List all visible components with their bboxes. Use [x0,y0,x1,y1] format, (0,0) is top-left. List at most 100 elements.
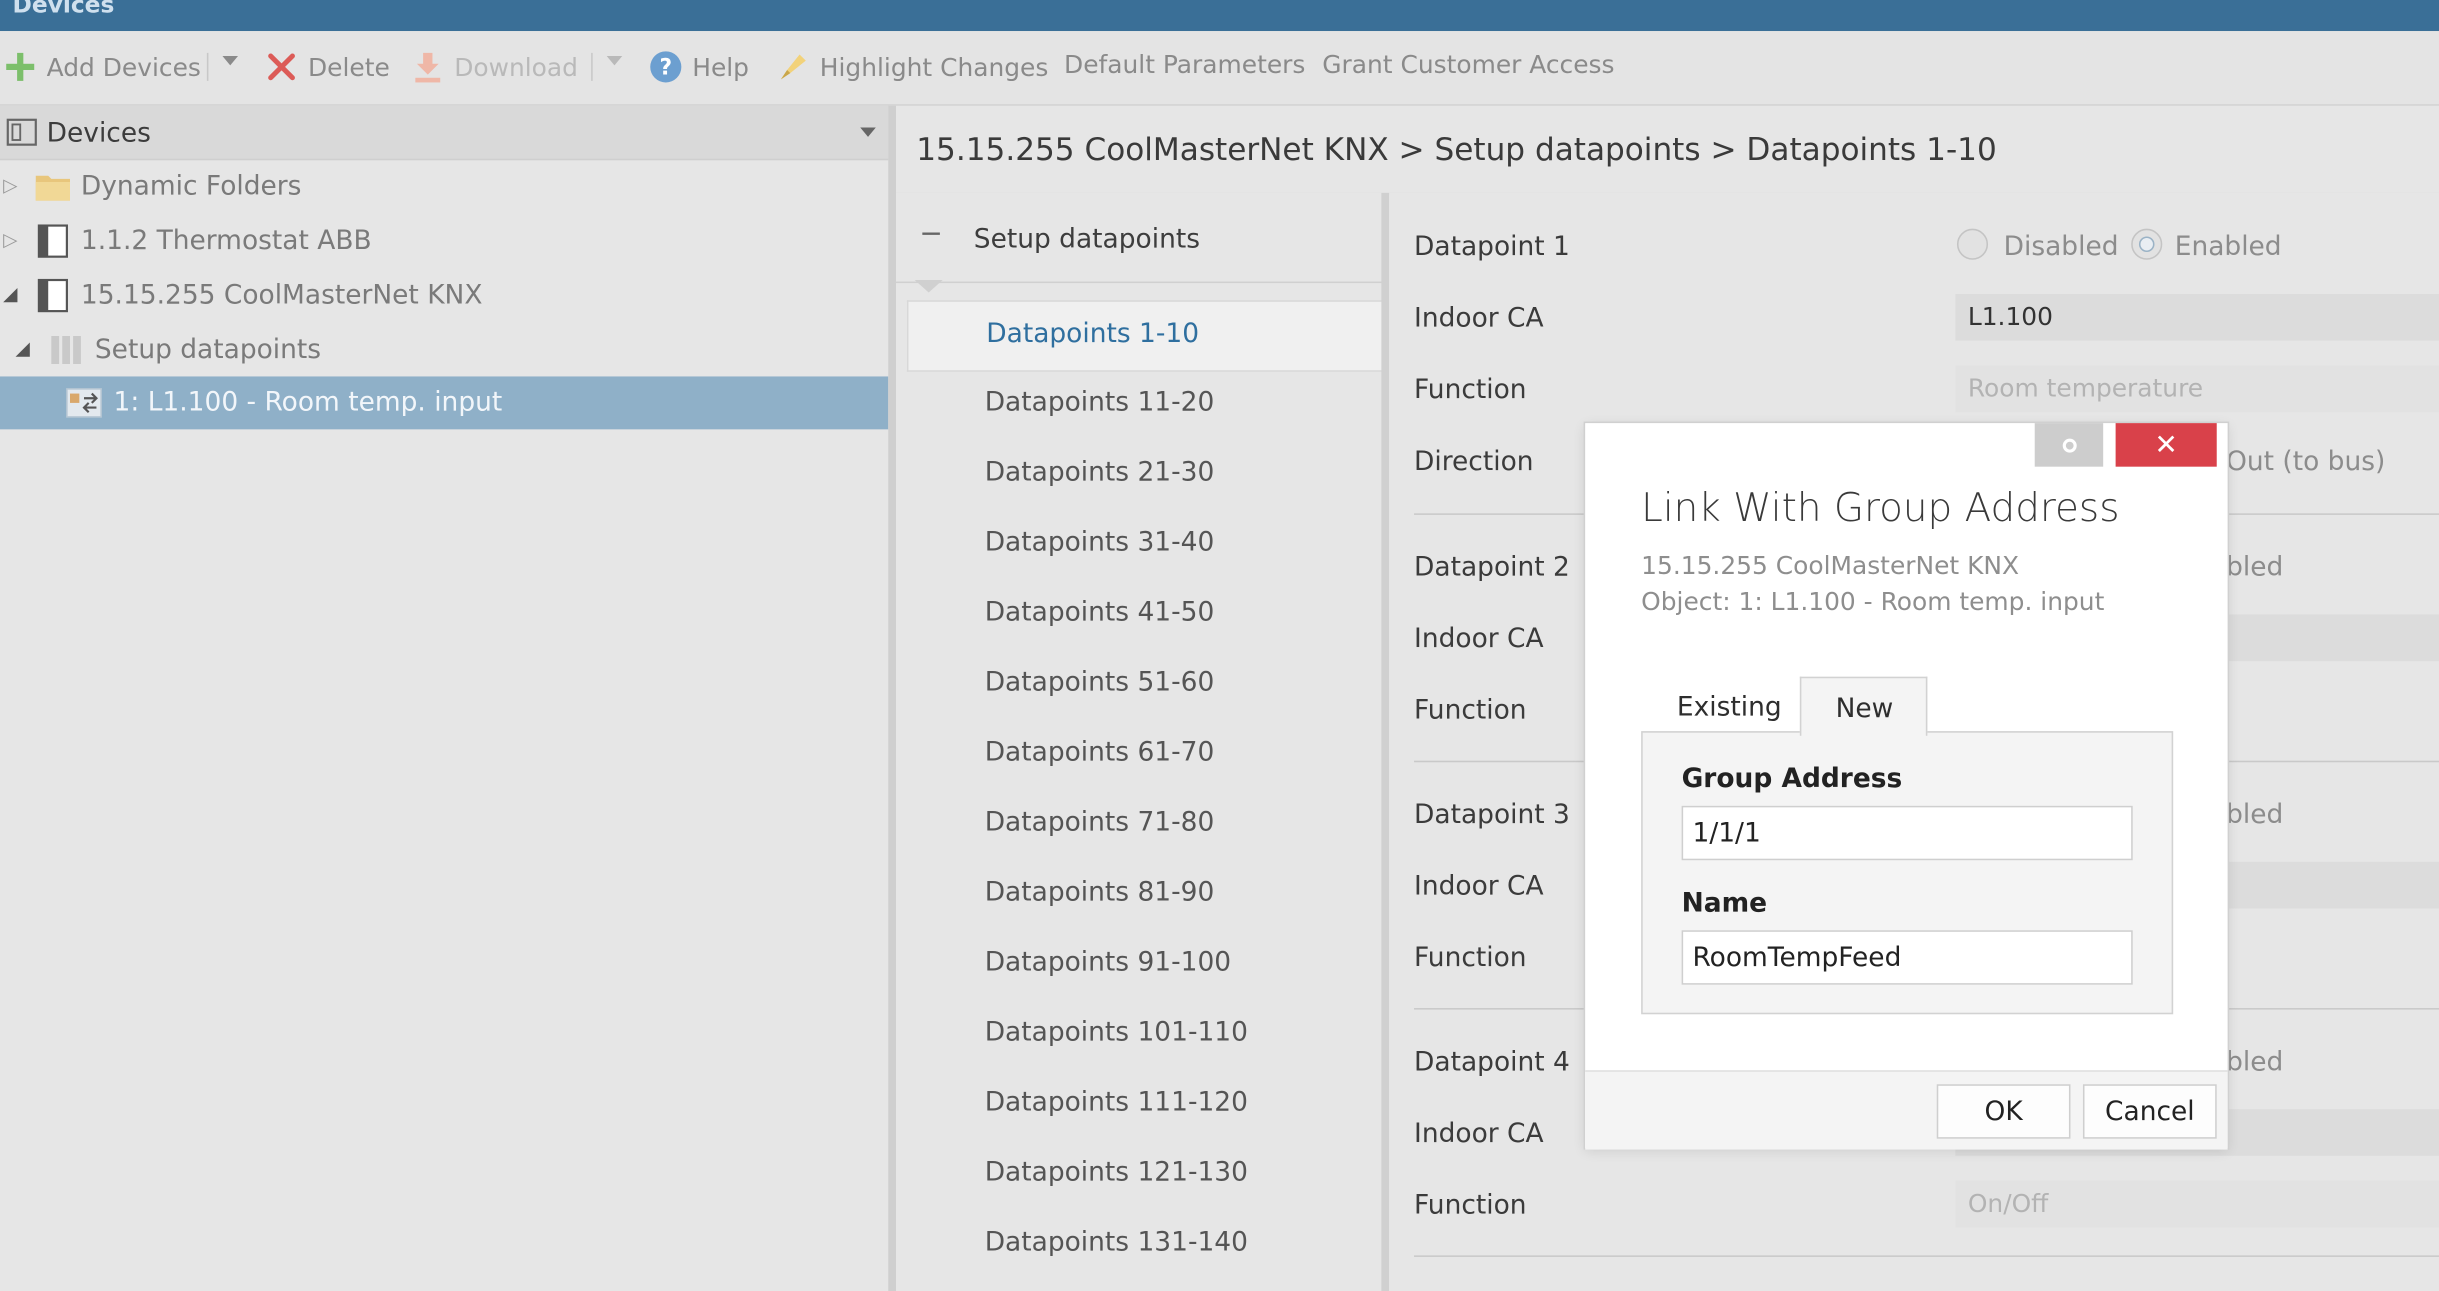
nav-item-datapoints-91-100[interactable]: Datapoints 91-100 [907,930,1386,998]
nav-item-datapoints-31-40[interactable]: Datapoints 31-40 [907,510,1386,578]
datapoint-1-enabled-radio[interactable] [2131,228,2163,260]
nav-item-datapoints-51-60[interactable]: Datapoints 51-60 [907,650,1386,718]
download-label: Download [454,52,578,82]
collapse-icon[interactable]: − [919,218,942,251]
datapoint-1-disabled-label: Disabled [2003,231,2119,263]
download-button[interactable]: Download [411,50,578,84]
nav-item-datapoints-111-120[interactable]: Datapoints 111-120 [907,1070,1386,1138]
nav-item-label: Datapoints 21-30 [984,457,1215,489]
device-icon [34,224,71,266]
nav-item-datapoints-101-110[interactable]: Datapoints 101-110 [907,1000,1386,1068]
nav-item-datapoints-11-20[interactable]: Datapoints 11-20 [907,370,1386,438]
highlight-changes-button[interactable]: Highlight Changes [776,50,1048,84]
expand-icon[interactable]: ▷ [3,229,17,251]
nav-item-datapoints-61-70[interactable]: Datapoints 61-70 [907,720,1386,788]
device-tree-header[interactable]: Devices [0,105,889,161]
chevron-down-icon[interactable] [860,127,876,137]
divider [1414,1255,2439,1257]
link-group-address-dialog: ✕ Link With Group Address 15.15.255 Cool… [1585,423,2228,1150]
datapoint-1-enabled-label: Enabled [2174,231,2282,263]
add-devices-button[interactable]: Add Devices [3,50,201,84]
nav-item-label: Datapoints 1-10 [986,318,1200,351]
datapoint-4-function-field: On/Off [1955,1180,2439,1228]
navigation-splitter[interactable] [1381,192,1390,1291]
highlight-changes-label: Highlight Changes [819,52,1049,82]
circle-icon [2061,437,2076,452]
download-dropdown-icon[interactable] [606,56,623,66]
tree-item-dynamic-folders[interactable]: ▷ Dynamic Folders [0,160,888,213]
datapoint-1-label: Datapoint 1 [1414,231,1570,263]
app-window: Devices Add Devices Delete Download ? He… [0,0,2439,1291]
device-tree-panel: Devices ▷ Dynamic Folders ▷ 1.1.2 Thermo… [0,105,889,1291]
ok-label: OK [1984,1095,2023,1128]
nav-item-datapoints-131-140[interactable]: Datapoints 131-140 [907,1210,1386,1278]
ok-button[interactable]: OK [1936,1084,2071,1139]
download-icon [411,50,445,84]
tab-new[interactable]: New [1799,676,1928,736]
help-label: Help [692,52,749,82]
default-parameters-button[interactable]: Default Parameters [1064,50,1305,80]
tree-item-thermostat[interactable]: ▷ 1.1.2 Thermostat ABB [0,215,888,268]
tree-item-coolmasternet[interactable]: ◢ 15.15.255 CoolMasterNet KNX [0,269,888,322]
datapoint-2-indoor-ca-label: Indoor CA [1414,623,1544,655]
datapoint-1-direction-value: Out (to bus) [2226,446,2386,478]
delete-icon [264,50,298,84]
nav-item-datapoints-71-80[interactable]: Datapoints 71-80 [907,790,1386,858]
nav-item-label: Datapoints 31-40 [984,527,1215,559]
default-parameters-label: Default Parameters [1064,49,1306,80]
nav-item-label: Datapoints 91-100 [984,947,1232,979]
collapse-icon[interactable]: ◢ [3,283,17,305]
add-devices-label: Add Devices [46,52,201,82]
nav-item-label: Datapoints 121-130 [984,1157,1248,1189]
grant-customer-access-button[interactable]: Grant Customer Access [1322,50,1614,80]
input-value: RoomTempFeed [1692,942,1902,974]
datapoint-3-indoor-ca-label: Indoor CA [1414,871,1544,903]
nav-item-label: Datapoints 51-60 [984,667,1215,699]
datapoint-4-function-label: Function [1414,1190,1527,1222]
datapoint-1-disabled-radio[interactable] [1956,228,1989,260]
nav-item-label: Datapoints 131-140 [984,1227,1248,1259]
notch-indicator [914,280,943,293]
title-bar: Devices [0,0,2439,32]
collapse-icon[interactable]: ◢ [16,338,30,360]
nav-item-label: Datapoints 111-120 [984,1087,1248,1119]
nav-item-datapoints-41-50[interactable]: Datapoints 41-50 [907,580,1386,648]
nav-item-datapoints-81-90[interactable]: Datapoints 81-90 [907,860,1386,928]
dialog-minimize-button[interactable] [2034,423,2104,467]
field-value: On/Off [1967,1188,2049,1219]
add-devices-dropdown-icon[interactable] [222,56,239,66]
datapoint-2-label: Datapoint 2 [1414,552,1570,584]
tree-item-label: Dynamic Folders [80,171,302,203]
group-address-input[interactable]: 1/1/1 [1681,805,2133,861]
name-input[interactable]: RoomTempFeed [1681,930,2133,985]
expand-icon[interactable]: ▷ [3,174,17,196]
device-tree-title: Devices [46,118,151,150]
datapoint-2-function-label: Function [1414,695,1527,727]
nav-item-label: Datapoints 101-110 [984,1017,1248,1049]
tree-item-setup-datapoints[interactable]: ◢ Setup datapoints [0,324,888,377]
highlighter-icon [776,50,810,84]
nav-item-label: Datapoints 71-80 [984,807,1215,839]
datapoint-1-function-field: Room temperature [1955,365,2439,413]
help-icon: ? [649,50,683,84]
panel-splitter[interactable] [888,105,897,1291]
nav-item-datapoints-21-30[interactable]: Datapoints 21-30 [907,440,1386,508]
dialog-close-button[interactable]: ✕ [2115,423,2217,467]
tree-item-room-temp-input[interactable]: 1: L1.100 - Room temp. input [0,376,889,430]
datapoint-3-function-label: Function [1414,942,1527,974]
toolbar-separator [206,52,209,81]
field-value: Room temperature [1967,373,2204,403]
tab-existing[interactable]: Existing [1641,677,1800,733]
delete-button[interactable]: Delete [264,50,390,84]
cancel-button[interactable]: Cancel [2082,1084,2217,1139]
toolbar: Add Devices Delete Download ? Help Highl… [0,31,2439,106]
help-button[interactable]: ? Help [649,50,749,84]
toolbar-separator [591,52,593,81]
delete-label: Delete [308,52,390,82]
dialog-device-name: 15.15.255 CoolMasterNet KNX [1641,550,2020,581]
datapoint-1-indoor-ca-field[interactable]: L1.100 [1955,294,2439,341]
setup-datapoints-group[interactable]: − Setup datapoints [896,193,1387,293]
group-object-icon [65,386,102,428]
nav-item-datapoints-1-10[interactable]: Datapoints 1-10 [906,300,1388,372]
nav-item-datapoints-121-130[interactable]: Datapoints 121-130 [907,1140,1386,1208]
